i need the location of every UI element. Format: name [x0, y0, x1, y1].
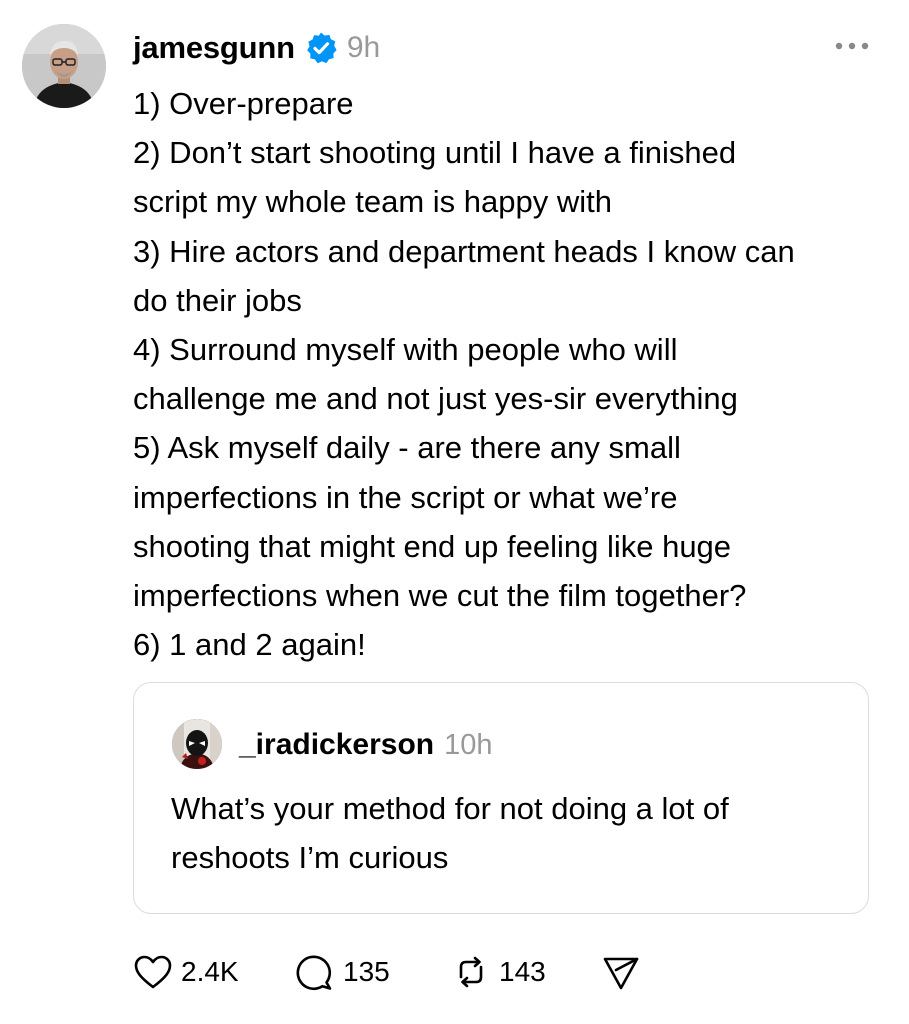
author-username[interactable]: jamesgunn	[133, 30, 295, 66]
post-line: 6) 1 and 2 again!	[133, 627, 366, 663]
more-options-button[interactable]	[832, 30, 872, 60]
quoted-post-time: 10h	[444, 728, 493, 761]
like-button[interactable]: 2.4K	[133, 953, 293, 991]
quoted-post-header: _iradickerson 10h	[239, 723, 493, 767]
share-button[interactable]	[601, 952, 641, 992]
quoted-post-line: What’s your method for not doing a lot o…	[171, 791, 729, 826]
quoted-post-card[interactable]: _iradickerson 10h What’s your method for…	[133, 682, 869, 914]
profile-photo	[22, 24, 106, 108]
post-line: do their jobs	[133, 282, 302, 318]
profile-photo	[172, 719, 222, 769]
quoted-post-body: What’s your method for not doing a lot o…	[171, 784, 729, 882]
post-body: 1) Over-prepare 2) Don’t start shooting …	[133, 79, 883, 669]
like-count: 2.4K	[181, 956, 239, 987]
author-avatar[interactable]	[22, 24, 106, 108]
heart-icon	[134, 955, 172, 989]
repost-count: 143	[499, 956, 546, 987]
post-header: jamesgunn 9h	[133, 26, 380, 70]
post-line: 3) Hire actors and department heads I kn…	[133, 233, 795, 269]
quoted-author-username[interactable]: _iradickerson	[239, 728, 434, 762]
post-line: script my whole team is happy with	[133, 184, 612, 220]
quoted-author-avatar[interactable]	[172, 719, 222, 769]
repost-button[interactable]: 143	[451, 952, 601, 992]
quoted-post-line: reshoots I’m curious	[171, 840, 449, 876]
verified-badge-icon	[304, 31, 338, 65]
post-line: 4) Surround myself with people who will	[133, 332, 678, 368]
post-time: 9h	[346, 31, 381, 64]
more-horizontal-icon	[835, 42, 869, 50]
reply-count: 135	[343, 956, 390, 987]
post-line: challenge me and not just yes-sir everyt…	[133, 381, 738, 417]
post-line: shooting that might end up feeling like …	[133, 528, 732, 564]
reply-button[interactable]: 135	[293, 952, 451, 992]
post-actions: 2.4K 135 143	[133, 948, 641, 996]
post-line: 5) Ask myself daily - are there any smal…	[133, 430, 681, 466]
repost-icon	[459, 956, 483, 988]
share-icon	[603, 957, 639, 990]
comment-icon	[296, 955, 332, 991]
post-line: 1) Over-prepare	[133, 86, 354, 121]
post-line: 2) Don’t start shooting until I have a f…	[133, 135, 737, 171]
post-line: imperfections when we cut the film toget…	[133, 578, 747, 614]
post-line: imperfections in the script or what we’r…	[133, 479, 678, 515]
